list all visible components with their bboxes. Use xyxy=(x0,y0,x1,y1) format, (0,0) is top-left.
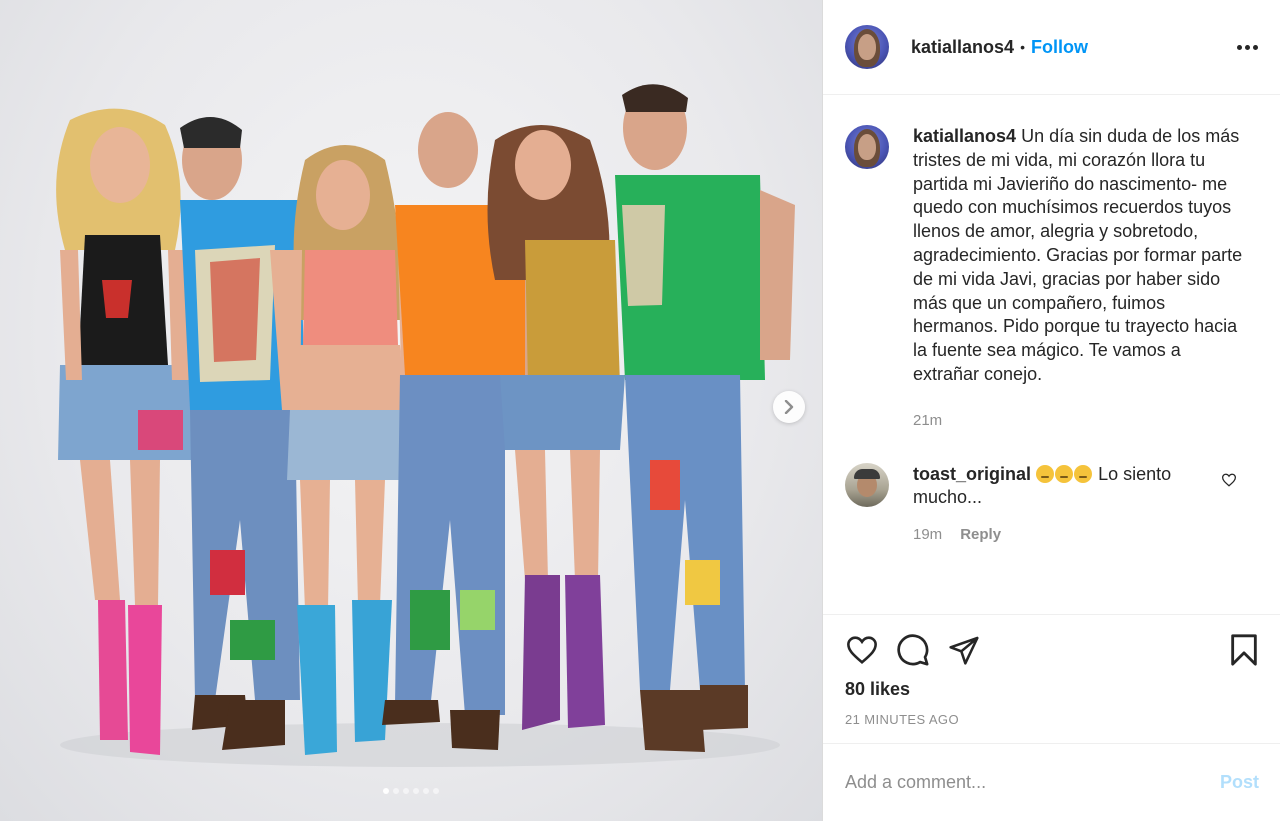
bookmark-icon xyxy=(1231,634,1257,666)
commenter-username[interactable]: toast_original xyxy=(913,464,1031,484)
reply-button[interactable]: Reply xyxy=(960,526,1001,543)
paper-plane-icon xyxy=(949,636,979,665)
comment-composer: Post xyxy=(823,743,1280,821)
person-1 xyxy=(56,108,195,755)
post-comment-button[interactable]: Post xyxy=(1220,772,1259,793)
person-5 xyxy=(487,125,625,730)
person-2 xyxy=(180,116,305,750)
like-button[interactable] xyxy=(845,635,879,665)
comment-button[interactable] xyxy=(896,633,930,667)
post-header: katiallanos4 • Follow xyxy=(823,0,1280,95)
person-6 xyxy=(615,84,795,752)
carousel-dot xyxy=(403,788,409,794)
post-side-panel: katiallanos4 • Follow katiallanos4 Un dí… xyxy=(822,0,1280,821)
more-options-button[interactable] xyxy=(1237,39,1258,56)
post-photo[interactable] xyxy=(0,0,822,821)
caption-text: Un día sin duda de los más tristes de mi… xyxy=(913,126,1243,384)
chevron-right-icon xyxy=(784,400,794,414)
share-button[interactable] xyxy=(947,634,981,666)
comment-input[interactable] xyxy=(845,772,1220,793)
header-separator: • xyxy=(1020,39,1025,55)
comment-body: toast_original Lo siento mucho... xyxy=(913,463,1203,511)
heart-icon xyxy=(847,636,877,664)
carousel-dot xyxy=(393,788,399,794)
commenter-avatar[interactable] xyxy=(845,462,889,507)
pensive-face-icon xyxy=(1055,464,1074,483)
author-avatar[interactable] xyxy=(845,25,889,69)
comment-item: toast_original Lo siento mucho... xyxy=(845,462,1259,511)
post-timestamp[interactable]: 21 MINUTES AGO xyxy=(845,712,1259,727)
comment-meta: 19m Reply xyxy=(913,526,1259,543)
crying-face-icon xyxy=(1074,464,1093,483)
caption: katiallanos4 Un día sin duda de los más … xyxy=(845,125,1259,433)
comment-like-heart-icon[interactable] xyxy=(1221,473,1237,487)
carousel-dot xyxy=(413,788,419,794)
save-button[interactable] xyxy=(1229,633,1259,667)
carousel-dot xyxy=(423,788,429,794)
author-username[interactable]: katiallanos4 xyxy=(911,37,1014,58)
slightly-frowning-face-icon xyxy=(1036,464,1055,483)
comment-bubble-icon xyxy=(897,634,929,666)
caption-body: katiallanos4 Un día sin duda de los más … xyxy=(913,125,1243,433)
carousel-indicator xyxy=(0,788,822,794)
follow-button[interactable]: Follow xyxy=(1031,37,1088,58)
likes-count[interactable]: 80 likes xyxy=(845,679,1259,700)
group-photo-illustration xyxy=(56,84,795,767)
caption-time[interactable]: 21m xyxy=(913,409,1243,433)
carousel-dot xyxy=(383,788,389,794)
comment-time[interactable]: 19m xyxy=(913,526,942,543)
caption-avatar[interactable] xyxy=(845,125,889,169)
next-photo-button[interactable] xyxy=(773,391,805,423)
comments-section: katiallanos4 Un día sin duda de los más … xyxy=(823,95,1280,615)
action-bar xyxy=(845,633,1259,667)
post-actions: 80 likes 21 MINUTES AGO xyxy=(823,614,1280,744)
caption-username[interactable]: katiallanos4 xyxy=(913,126,1016,146)
more-dots-icon xyxy=(1237,44,1242,50)
carousel-dot xyxy=(433,788,439,794)
